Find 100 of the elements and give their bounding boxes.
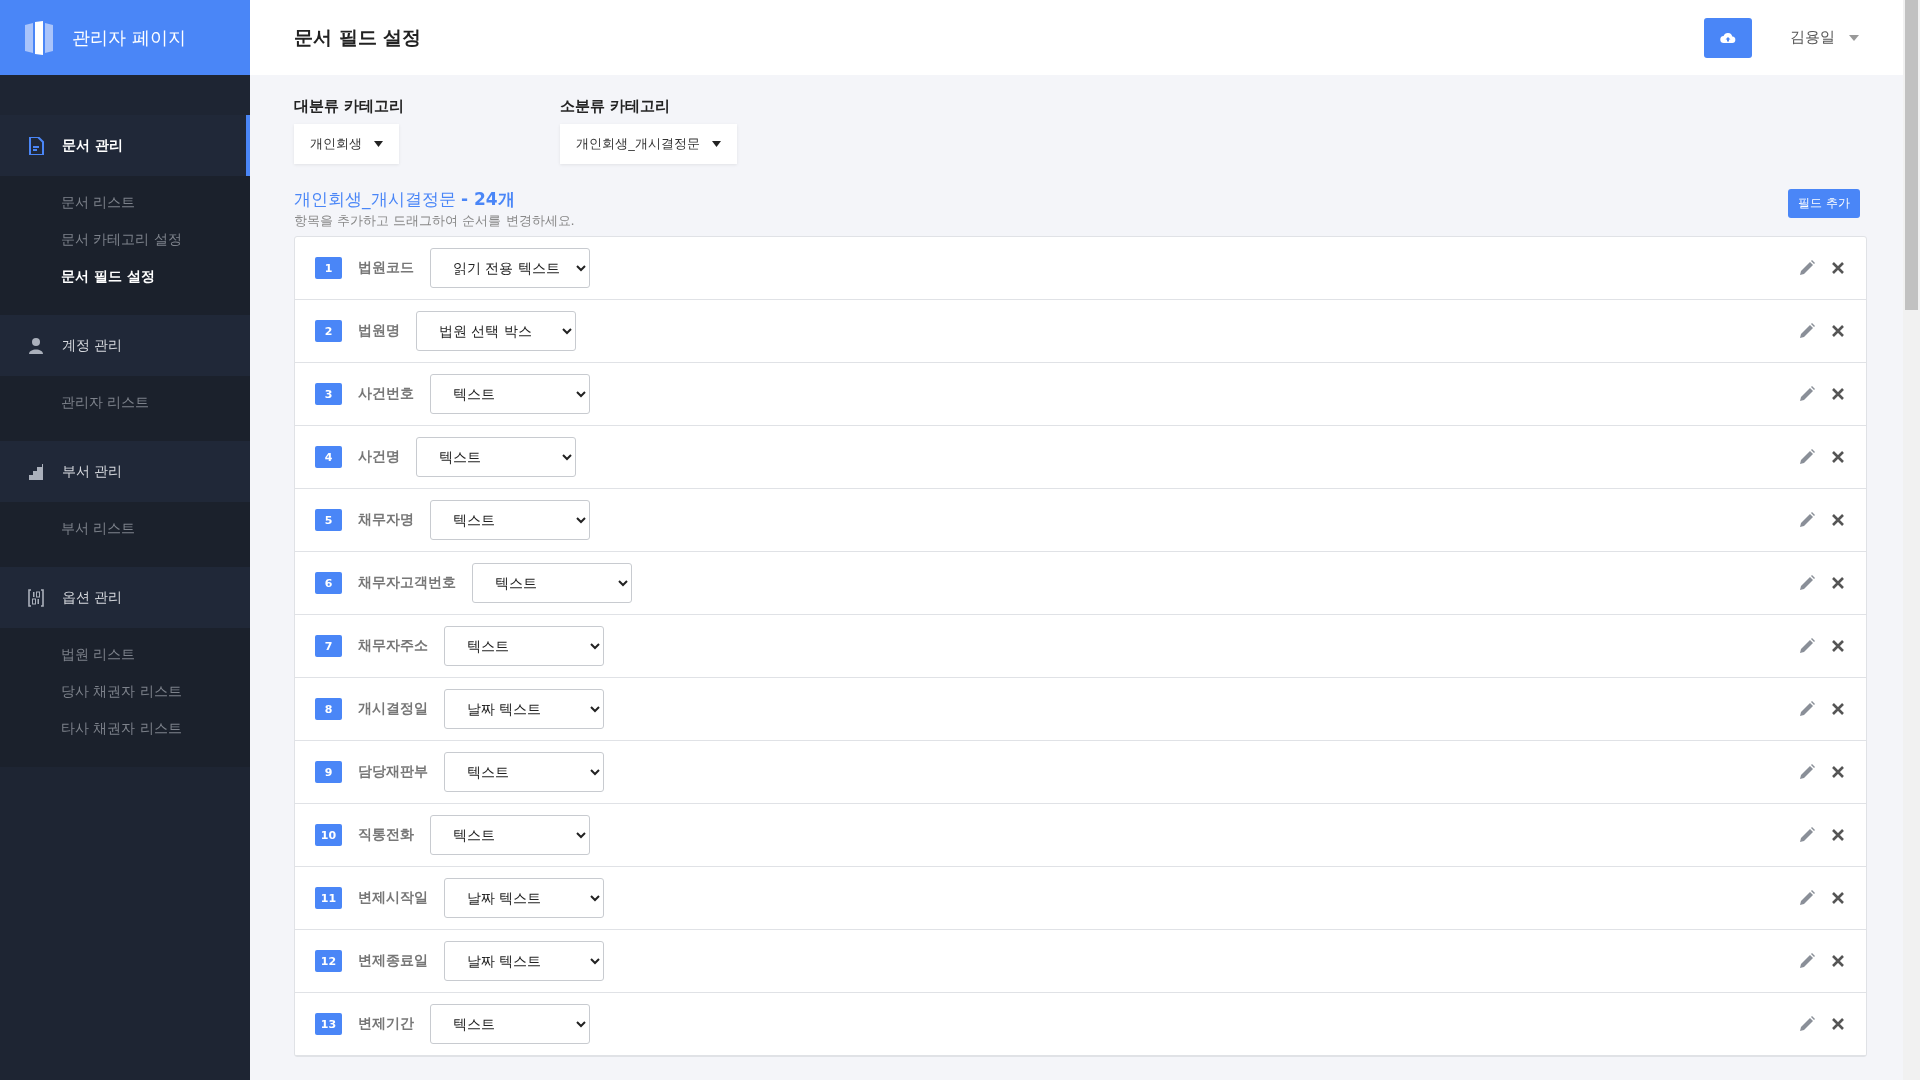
field-type-select[interactable]: 날짜 텍스트 <box>444 941 604 981</box>
menu-group[interactable]: 계정 관리 <box>0 315 250 376</box>
close-icon[interactable] <box>1830 764 1846 780</box>
field-row[interactable]: 9 담당재판부 텍스트 <box>295 741 1866 804</box>
field-row[interactable]: 6 채무자고객번호 텍스트 <box>295 552 1866 615</box>
submenu-item[interactable]: 관리자 리스트 <box>0 384 250 421</box>
field-name: 법원코드 <box>358 259 414 277</box>
field-name: 채무자고객번호 <box>358 574 456 592</box>
close-icon[interactable] <box>1830 638 1846 654</box>
field-type-select[interactable]: 텍스트 <box>430 500 590 540</box>
person-icon <box>28 336 44 355</box>
submenu-item[interactable]: 부서 리스트 <box>0 510 250 547</box>
close-icon[interactable] <box>1830 260 1846 276</box>
number-badge: 1 <box>315 257 342 279</box>
field-row[interactable]: 3 사건번호 텍스트 <box>295 363 1866 426</box>
submenu-item[interactable]: 당사 채권자 리스트 <box>0 673 250 710</box>
close-icon[interactable] <box>1830 701 1846 717</box>
field-row[interactable]: 10 직통전화 텍스트 <box>295 804 1866 867</box>
caret-icon <box>374 141 383 147</box>
close-icon[interactable] <box>1830 512 1846 528</box>
edit-icon[interactable] <box>1797 825 1817 845</box>
close-icon[interactable] <box>1830 1016 1846 1032</box>
number-badge: 9 <box>315 761 342 783</box>
edit-icon[interactable] <box>1797 888 1817 908</box>
field-type-select[interactable]: 날짜 텍스트 <box>444 689 604 729</box>
number-badge: 13 <box>315 1013 342 1035</box>
field-row[interactable]: 1 법원코드 읽기 전용 텍스트 <box>295 237 1866 300</box>
field-name: 변제시작일 <box>358 889 428 907</box>
edit-icon[interactable] <box>1797 636 1817 656</box>
field-name: 개시결정일 <box>358 700 428 718</box>
submenu-item[interactable]: 문서 카테고리 설정 <box>0 221 250 258</box>
field-name: 담당재판부 <box>358 763 428 781</box>
cloud-upload-icon <box>1720 31 1736 44</box>
field-type-select[interactable]: 텍스트 <box>430 1004 590 1044</box>
submenu-item[interactable]: 법원 리스트 <box>0 636 250 673</box>
edit-icon[interactable] <box>1797 1014 1817 1034</box>
close-icon[interactable] <box>1830 386 1846 402</box>
field-type-select[interactable]: 텍스트 <box>430 815 590 855</box>
scrollbar-thumb[interactable] <box>1905 0 1918 310</box>
edit-icon[interactable] <box>1797 762 1817 782</box>
edit-icon[interactable] <box>1797 699 1817 719</box>
page-title: 문서 필드 설정 <box>294 24 423 50</box>
menu-group[interactable]: 옵션 관리 <box>0 567 250 628</box>
cloud-button[interactable] <box>1704 17 1752 58</box>
field-row[interactable]: 2 법원명 법원 선택 박스 <box>295 300 1866 363</box>
number-badge: 4 <box>315 446 342 468</box>
field-name: 채무자주소 <box>358 637 428 655</box>
number-badge: 6 <box>315 572 342 594</box>
close-icon[interactable] <box>1830 449 1846 465</box>
field-type-select[interactable]: 날짜 텍스트 <box>444 878 604 918</box>
field-type-select[interactable]: 읽기 전용 텍스트 <box>430 248 590 288</box>
submenu-item[interactable]: 문서 필드 설정 <box>0 258 250 295</box>
close-icon[interactable] <box>1830 323 1846 339</box>
edit-icon[interactable] <box>1797 573 1817 593</box>
brand-title: 관리자 페이지 <box>72 25 186 50</box>
submenu-item[interactable]: 문서 리스트 <box>0 184 250 221</box>
number-badge: 10 <box>315 824 342 846</box>
close-icon[interactable] <box>1830 890 1846 906</box>
field-type-select[interactable]: 텍스트 <box>444 752 604 792</box>
close-icon[interactable] <box>1830 575 1846 591</box>
user-menu[interactable]: 김용일 <box>1784 27 1865 48</box>
field-row[interactable]: 12 변제종료일 날짜 텍스트 <box>295 930 1866 993</box>
field-row[interactable]: 13 변제기간 텍스트 <box>295 993 1866 1056</box>
edit-icon[interactable] <box>1797 447 1817 467</box>
edit-icon[interactable] <box>1797 384 1817 404</box>
edit-icon[interactable] <box>1797 258 1817 278</box>
field-row[interactable]: 8 개시결정일 날짜 텍스트 <box>295 678 1866 741</box>
field-row[interactable]: 11 변제시작일 날짜 텍스트 <box>295 867 1866 930</box>
field-name: 법원명 <box>358 322 400 340</box>
field-type-select[interactable]: 텍스트 <box>430 374 590 414</box>
caret-icon <box>1849 34 1859 41</box>
field-name: 사건번호 <box>358 385 414 403</box>
edit-icon[interactable] <box>1797 951 1817 971</box>
field-name: 변제기간 <box>358 1015 414 1033</box>
edit-icon[interactable] <box>1797 510 1817 530</box>
binary-icon <box>28 588 44 607</box>
field-name: 사건명 <box>358 448 400 466</box>
close-icon[interactable] <box>1830 953 1846 969</box>
field-type-select[interactable]: 법원 선택 박스 <box>416 311 576 351</box>
section-hint: 항목을 추가하고 드래그하여 순서를 변경하세요. <box>294 212 576 230</box>
close-icon[interactable] <box>1830 827 1846 843</box>
edit-icon[interactable] <box>1797 321 1817 341</box>
number-badge: 8 <box>315 698 342 720</box>
logo-icon <box>25 20 55 55</box>
category-dropdown[interactable]: 개인회생_개시결정문 <box>560 124 737 164</box>
field-name: 채무자명 <box>358 511 414 529</box>
menu-group[interactable]: 부서 관리 <box>0 441 250 502</box>
filter-label: 소분류 카테고리 <box>560 97 672 116</box>
field-row[interactable]: 7 채무자주소 텍스트 <box>295 615 1866 678</box>
field-row[interactable]: 4 사건명 텍스트 <box>295 426 1866 489</box>
field-type-select[interactable]: 텍스트 <box>416 437 576 477</box>
menu-group[interactable]: 문서 관리 <box>0 115 250 176</box>
category-dropdown[interactable]: 개인회생 <box>294 124 399 164</box>
submenu-item[interactable]: 타사 채권자 리스트 <box>0 710 250 747</box>
number-badge: 3 <box>315 383 342 405</box>
field-row[interactable]: 5 채무자명 텍스트 <box>295 489 1866 552</box>
scrollbar[interactable] <box>1903 0 1920 1080</box>
field-type-select[interactable]: 텍스트 <box>472 563 632 603</box>
field-type-select[interactable]: 텍스트 <box>444 626 604 666</box>
number-badge: 12 <box>315 950 342 972</box>
